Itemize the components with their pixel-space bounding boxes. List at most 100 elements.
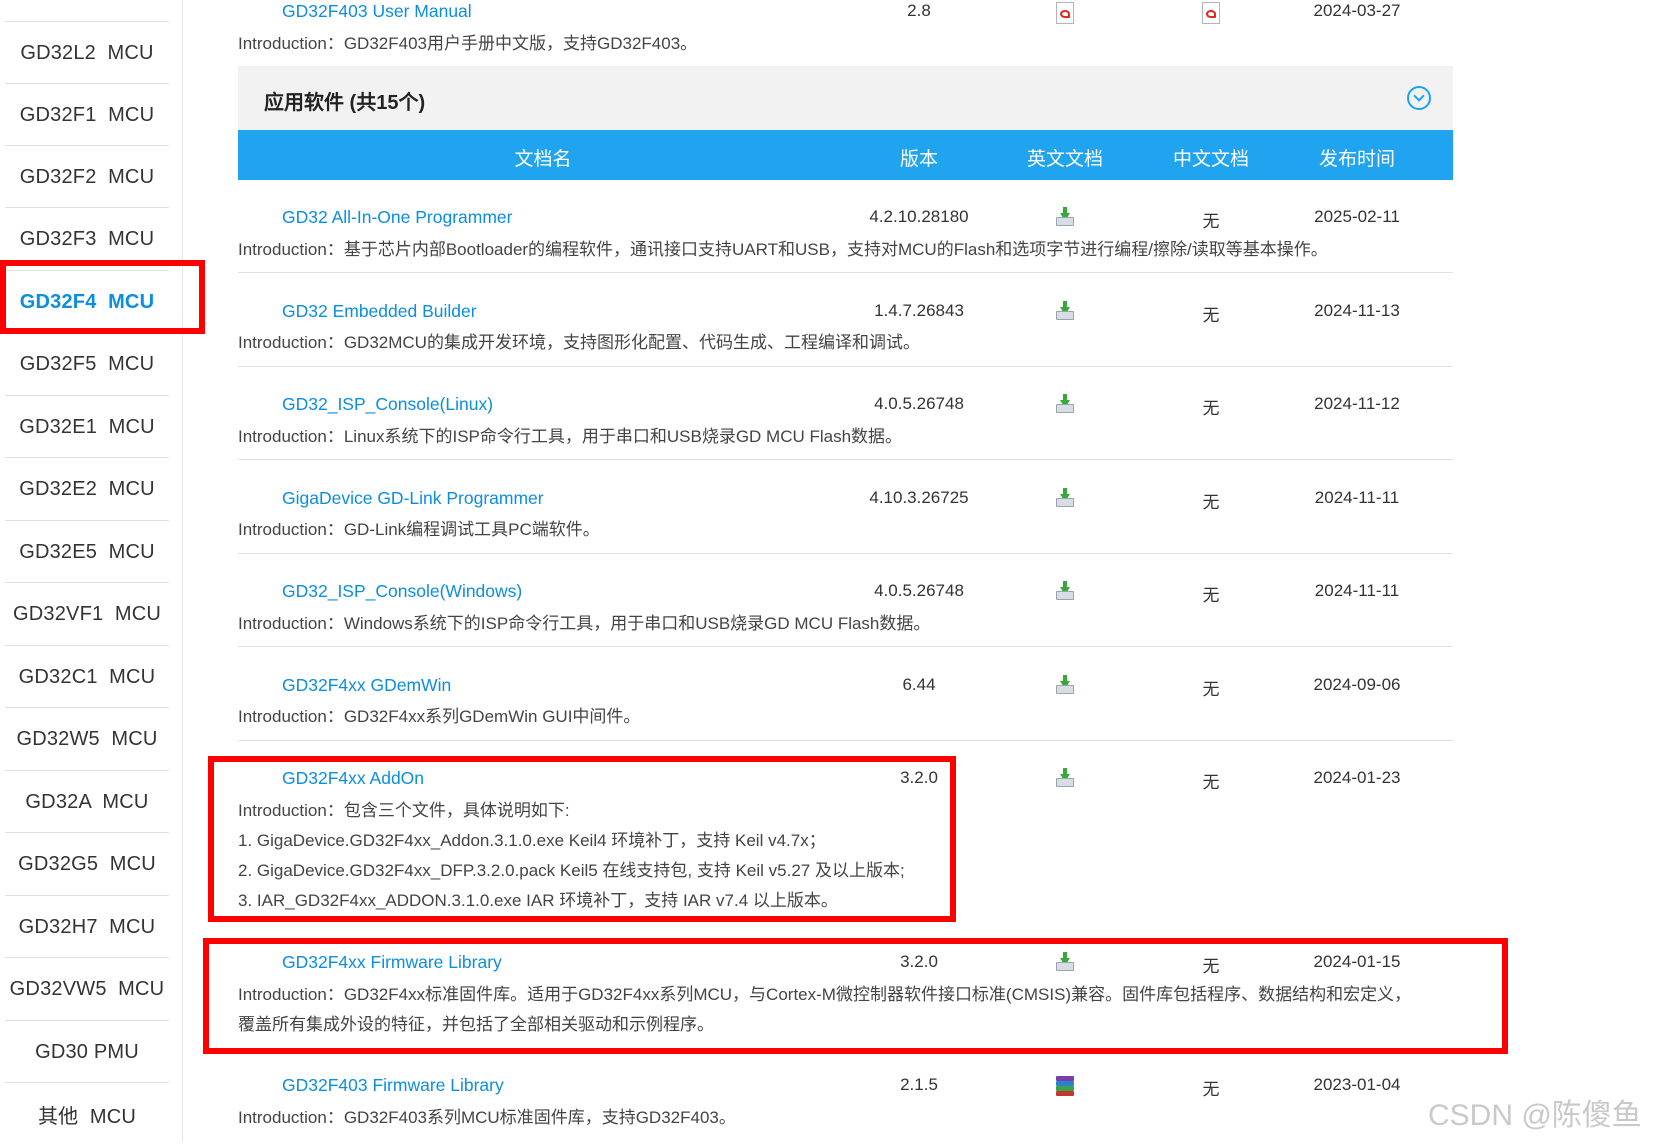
doc-date: 2024-11-11 bbox=[1314, 581, 1400, 600]
sidebar-item-gd32f3[interactable]: GD32F3 MCU bbox=[5, 207, 169, 270]
watermark: CSDN @陈傻鱼 bbox=[1428, 1099, 1642, 1132]
doc-version: 3.2.0 bbox=[900, 952, 938, 971]
sidebar-item-gd32g5[interactable]: GD32G5 MCU bbox=[5, 832, 169, 895]
row-divider bbox=[238, 740, 1453, 741]
doc-intro: Introduction：GD32F403用户手册中文版，支持GD32F403。 bbox=[238, 34, 698, 53]
download-icon[interactable] bbox=[1055, 952, 1075, 972]
sidebar-item-gd32vf1[interactable]: GD32VF1 MCU bbox=[5, 582, 169, 645]
doc-date: 2024-03-27 bbox=[1313, 1, 1401, 20]
row-divider bbox=[238, 1050, 1453, 1051]
zh-doc-none: 无 bbox=[1202, 306, 1220, 325]
zh-doc-none: 无 bbox=[1202, 399, 1220, 418]
doc-intro: Introduction：Windows系统下的ISP命令行工具，用于串口和US… bbox=[238, 614, 931, 633]
download-icon[interactable] bbox=[1055, 488, 1075, 508]
doc-link-isp-console-linux[interactable]: GD32_ISP_Console(Linux) bbox=[282, 394, 493, 415]
zh-doc-none: 无 bbox=[1202, 773, 1220, 792]
doc-version: 4.0.5.26748 bbox=[874, 394, 964, 413]
doc-version: 1.4.7.26843 bbox=[874, 301, 964, 320]
doc-version: 4.2.10.28180 bbox=[869, 207, 969, 226]
doc-date: 2023-01-04 bbox=[1313, 1075, 1401, 1094]
zh-doc-none: 无 bbox=[1202, 680, 1220, 699]
sidebar-item-gd32l2[interactable]: GD32L2 MCU bbox=[5, 21, 169, 84]
row-divider bbox=[238, 459, 1453, 460]
zh-doc-none: 无 bbox=[1202, 957, 1220, 976]
doc-version: 2.8 bbox=[907, 1, 931, 20]
doc-intro: Introduction：Linux系统下的ISP命令行工具，用于串口和USB烧… bbox=[238, 427, 903, 446]
sidebar-item-gd32vw5[interactable]: GD32VW5 MCU bbox=[5, 957, 169, 1020]
doc-version: 6.44 bbox=[902, 675, 936, 694]
doc-intro: Introduction：GD-Link编程调试工具PC端软件。 bbox=[238, 520, 600, 539]
doc-intro: Introduction：GD32F403系列MCU标准固件库，支持GD32F4… bbox=[238, 1108, 736, 1127]
doc-link-gdemwin[interactable]: GD32F4xx GDemWin bbox=[282, 675, 451, 696]
pdf-icon[interactable] bbox=[1202, 2, 1220, 24]
doc-version: 2.1.5 bbox=[900, 1075, 938, 1094]
sidebar-item-gd32h7[interactable]: GD32H7 MCU bbox=[5, 895, 169, 958]
zh-doc-none: 无 bbox=[1202, 586, 1220, 605]
zh-doc-none: 无 bbox=[1202, 212, 1220, 231]
doc-intro-line: 1. GigaDevice.GD32F4xx_Addon.3.1.0.exe K… bbox=[238, 831, 826, 850]
sidebar-item-gd32f4[interactable]: GD32F4 MCU bbox=[5, 270, 169, 333]
section-header-application-software: 应用软件 (共15个) bbox=[238, 66, 1453, 130]
row-divider bbox=[238, 366, 1453, 367]
doc-intro-line: 2. GigaDevice.GD32F4xx_DFP.3.2.0.pack Ke… bbox=[238, 861, 905, 880]
section-title: 应用软件 (共15个) bbox=[264, 92, 426, 114]
sidebar-item-gd32e1[interactable]: GD32E1 MCU bbox=[5, 395, 169, 458]
doc-intro: Introduction：GD32F4xx系列GDemWin GUI中间件。 bbox=[238, 707, 641, 726]
col-header-name: 文档名 bbox=[514, 149, 572, 170]
download-icon[interactable] bbox=[1055, 768, 1075, 788]
sidebar-item-gd32f2[interactable]: GD32F2 MCU bbox=[5, 145, 169, 208]
sidebar-item-gd32c1[interactable]: GD32C1 MCU bbox=[5, 645, 169, 708]
archive-icon[interactable] bbox=[1055, 1075, 1075, 1097]
doc-intro: Introduction：包含三个文件，具体说明如下: bbox=[238, 801, 570, 820]
doc-link-gd32f403-user-manual[interactable]: GD32F403 User Manual bbox=[282, 1, 472, 22]
doc-link-addon[interactable]: GD32F4xx AddOn bbox=[282, 768, 424, 789]
row-divider bbox=[238, 646, 1453, 647]
doc-date: 2024-01-23 bbox=[1313, 768, 1401, 787]
sidebar-item-gd32w5[interactable]: GD32W5 MCU bbox=[5, 707, 169, 770]
download-icon[interactable] bbox=[1055, 207, 1075, 227]
sidebar-item-gd32f1[interactable]: GD32F1 MCU bbox=[5, 83, 169, 146]
doc-intro-line: 覆盖所有集成外设的特征，并包括了全部相关驱动和示例程序。 bbox=[238, 1015, 714, 1034]
doc-link-gd-link-programmer[interactable]: GigaDevice GD-Link Programmer bbox=[282, 488, 544, 509]
zh-doc-none: 无 bbox=[1202, 493, 1220, 512]
doc-intro: Introduction：GD32MCU的集成开发环境，支持图形化配置、代码生成… bbox=[238, 333, 920, 352]
doc-intro-line: 3. IAR_GD32F4xx_ADDON.3.1.0.exe IAR 环境补丁… bbox=[238, 891, 838, 910]
doc-date: 2024-09-06 bbox=[1313, 675, 1401, 694]
doc-intro: Introduction：基于芯片内部Bootloader的编程软件，通讯接口支… bbox=[238, 240, 1328, 259]
doc-date: 2024-11-12 bbox=[1314, 394, 1400, 413]
col-header-zh-doc: 中文文档 bbox=[1172, 149, 1250, 170]
pdf-icon[interactable] bbox=[1056, 2, 1074, 24]
chevron-down-circle-icon[interactable] bbox=[1407, 86, 1431, 110]
row-divider bbox=[238, 553, 1453, 554]
zh-doc-none: 无 bbox=[1202, 1080, 1220, 1099]
doc-link-isp-console-windows[interactable]: GD32_ISP_Console(Windows) bbox=[282, 581, 522, 602]
sidebar: GD32L2 MCU GD32F1 MCU GD32F2 MCU GD32F3 … bbox=[0, 0, 183, 1142]
doc-date: 2024-11-11 bbox=[1314, 488, 1400, 507]
doc-intro: Introduction：GD32F4xx标准固件库。适用于GD32F4xx系列… bbox=[238, 985, 1412, 1004]
sidebar-item-other-mcu[interactable]: 其他 MCU bbox=[5, 1082, 169, 1145]
download-icon[interactable] bbox=[1055, 675, 1075, 695]
doc-date: 2025-02-11 bbox=[1314, 207, 1400, 226]
sidebar-item-gd30-pmu[interactable]: GD30 PMU bbox=[5, 1020, 169, 1083]
doc-date: 2024-11-13 bbox=[1314, 301, 1400, 320]
doc-version: 4.0.5.26748 bbox=[874, 581, 964, 600]
sidebar-item-gd32f5[interactable]: GD32F5 MCU bbox=[5, 332, 169, 395]
download-icon[interactable] bbox=[1055, 301, 1075, 321]
download-icon[interactable] bbox=[1055, 581, 1075, 601]
doc-date: 2024-01-15 bbox=[1313, 952, 1401, 971]
row-divider bbox=[238, 272, 1453, 273]
download-icon[interactable] bbox=[1055, 394, 1075, 414]
doc-link-gd32f4xx-firmware-library[interactable]: GD32F4xx Firmware Library bbox=[282, 952, 502, 973]
doc-link-embedded-builder[interactable]: GD32 Embedded Builder bbox=[282, 301, 477, 322]
sidebar-item-gd32a[interactable]: GD32A MCU bbox=[5, 770, 169, 833]
doc-version: 3.2.0 bbox=[900, 768, 938, 787]
doc-link-all-in-one-programmer[interactable]: GD32 All-In-One Programmer bbox=[282, 207, 513, 228]
doc-version: 4.10.3.26725 bbox=[869, 488, 969, 507]
col-header-date: 发布时间 bbox=[1318, 149, 1396, 170]
table-header: 文档名 版本 英文文档 中文文档 发布时间 bbox=[238, 130, 1453, 180]
col-header-en-doc: 英文文档 bbox=[1026, 149, 1104, 170]
sidebar-item-gd32e5[interactable]: GD32E5 MCU bbox=[5, 520, 169, 583]
col-header-version: 版本 bbox=[899, 149, 939, 170]
sidebar-item-gd32e2[interactable]: GD32E2 MCU bbox=[5, 457, 169, 520]
doc-link-gd32f403-firmware-library[interactable]: GD32F403 Firmware Library bbox=[282, 1075, 504, 1096]
